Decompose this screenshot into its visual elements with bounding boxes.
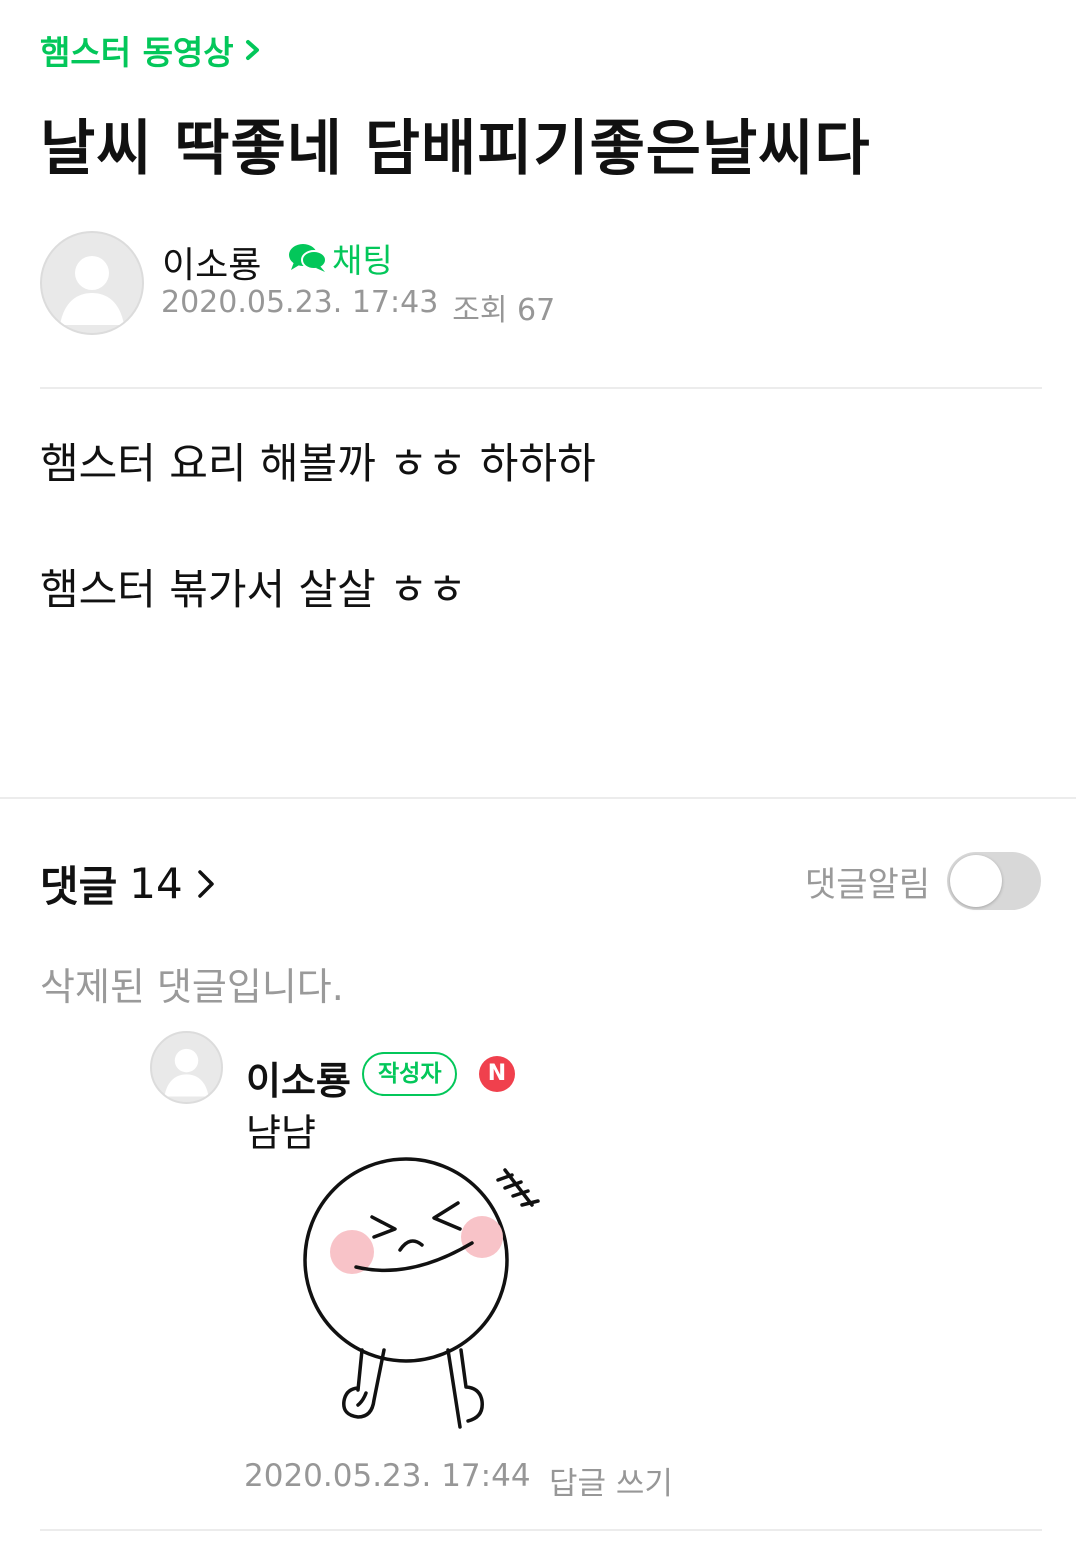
comments-label: 댓글	[40, 862, 118, 911]
board-link[interactable]: 햄스터 동영상	[40, 26, 264, 74]
reply-author-name[interactable]: 이소룡	[246, 1050, 351, 1105]
reply-date: 2020.05.23. 17:44	[244, 1458, 531, 1494]
author-name[interactable]: 이소룡	[162, 236, 261, 288]
write-reply-button[interactable]: 답글 쓰기	[549, 1458, 673, 1503]
toggle-knob	[950, 855, 1002, 907]
reply-avatar[interactable]	[150, 1031, 223, 1104]
comments-header[interactable]: 댓글 14	[40, 853, 217, 914]
chevron-right-icon	[197, 869, 214, 898]
default-profile-icon	[60, 256, 124, 325]
view-count: 조회 67	[452, 293, 556, 328]
comment-notify-toggle[interactable]	[947, 852, 1041, 910]
deleted-comment-text: 삭제된 댓글입니다.	[40, 965, 344, 1009]
divider	[40, 387, 1042, 389]
comment-notify-label: 댓글알림	[805, 865, 931, 905]
chat-label: 채팅	[332, 241, 393, 280]
comments-count: 14	[129, 859, 183, 908]
chat-bubble-icon	[289, 244, 327, 272]
post-body-line: 햄스터 볶가서 살살 ㅎㅎ	[40, 565, 467, 614]
divider	[40, 1529, 1042, 1531]
post-date: 2020.05.23. 17:43	[161, 285, 439, 320]
reply-text: 냠냠	[246, 1111, 316, 1155]
post-body-line: 햄스터 요리 해볼까 ㅎㅎ 하하하	[40, 439, 596, 488]
chevron-right-icon	[245, 40, 259, 60]
author-badge: 작성자	[362, 1052, 458, 1096]
post-title: 날씨 딱좋네 담배피기좋은날씨다	[40, 114, 871, 184]
chat-button[interactable]: 채팅	[288, 234, 393, 282]
board-name: 햄스터 동영상	[40, 33, 234, 72]
post-meta: 2020.05.23. 17:43 조회 67	[161, 285, 555, 329]
laughing-face-sticker	[303, 1157, 540, 1429]
author-avatar[interactable]	[40, 231, 144, 335]
new-badge: N	[479, 1056, 515, 1092]
default-profile-icon	[164, 1048, 209, 1097]
section-divider	[0, 797, 1076, 799]
